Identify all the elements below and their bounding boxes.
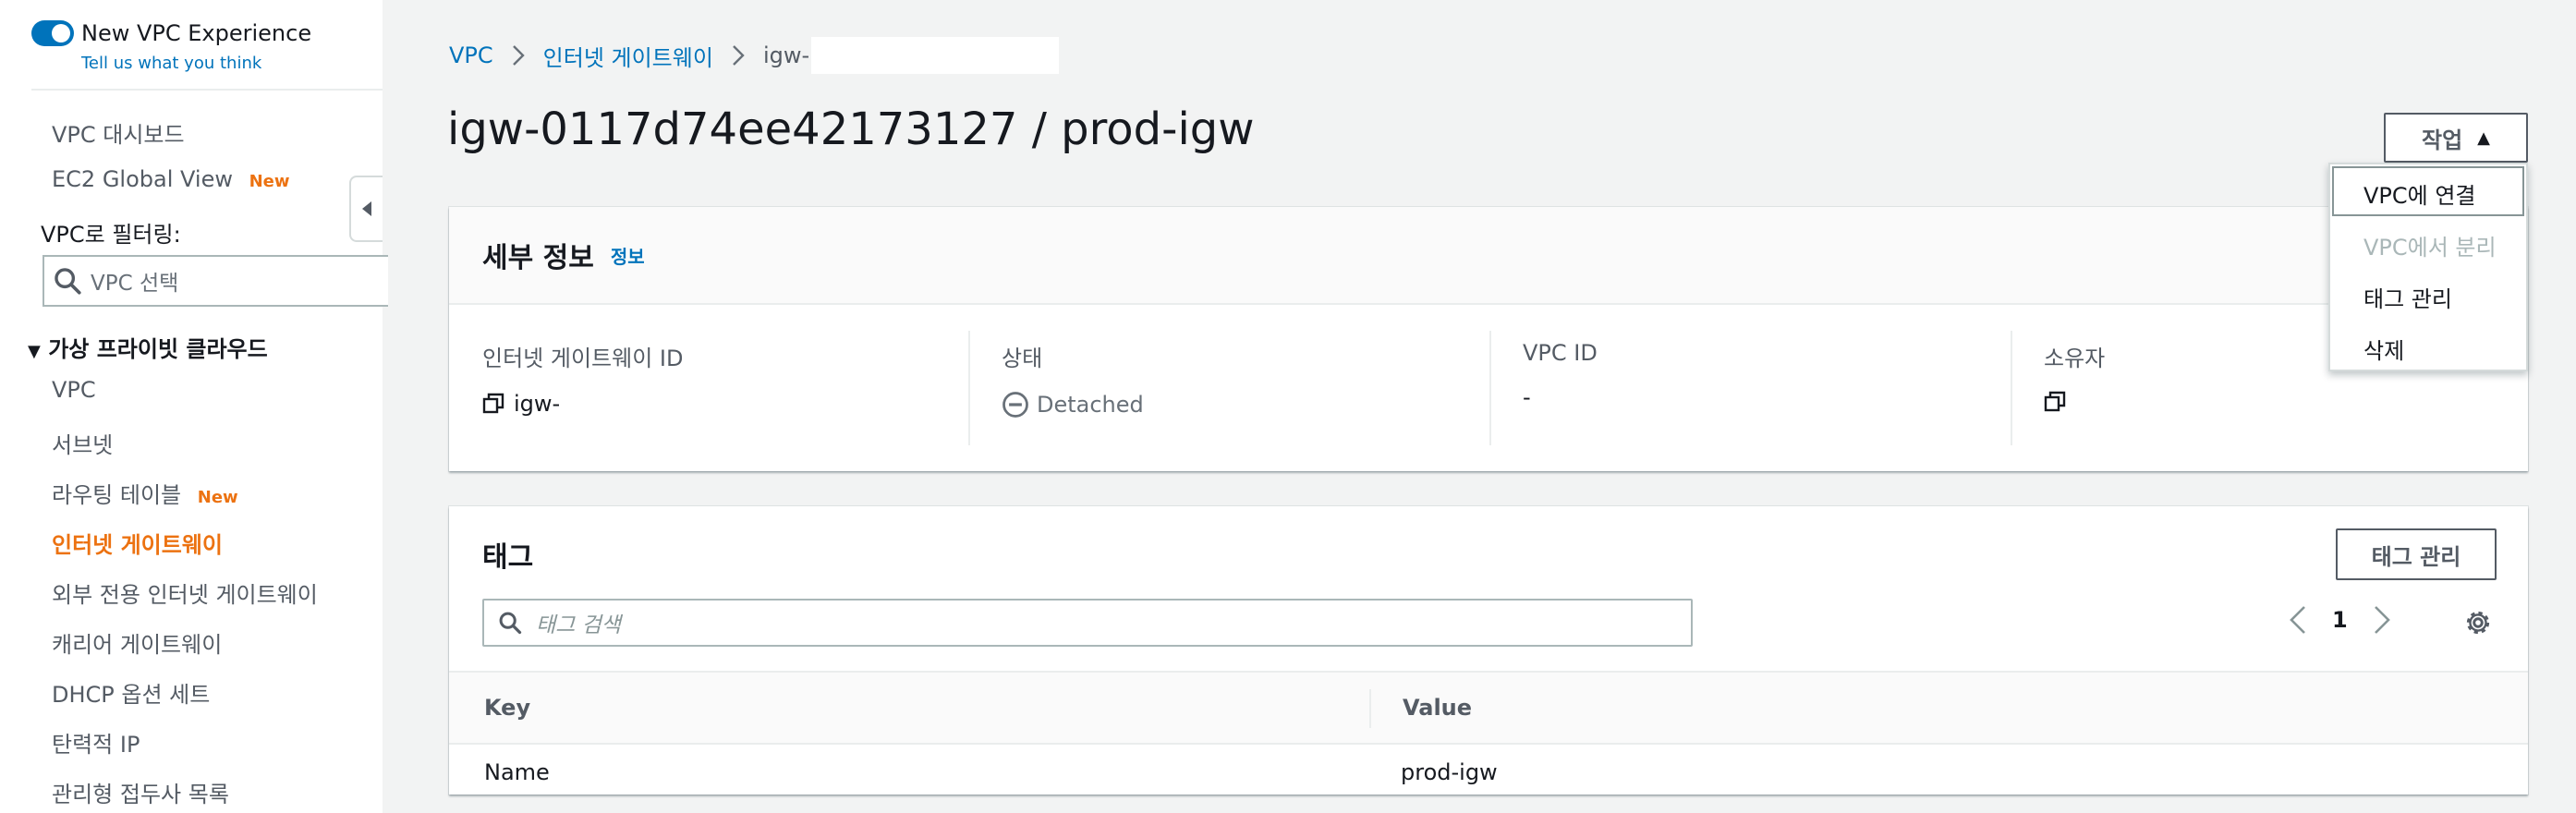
sidebar-item-label: 외부 전용 인터넷 게이트웨이 bbox=[52, 582, 318, 608]
sidebar-item-route-tables[interactable]: 라우팅 테이블 New bbox=[52, 477, 238, 509]
sidebar-item-egress-only-igw[interactable]: 외부 전용 인터넷 게이트웨이 bbox=[52, 576, 318, 609]
gear-icon[interactable] bbox=[2463, 608, 2493, 637]
sidebar-collapse-button[interactable] bbox=[349, 176, 383, 242]
tags-table-header: Key Value bbox=[449, 671, 2528, 745]
details-columns: 인터넷 게이트웨이 ID igw- 상태 Detached VPC ID - 소… bbox=[449, 331, 2528, 460]
detail-label: 인터넷 게이트웨이 ID bbox=[482, 346, 684, 371]
actions-button-label: 작업 bbox=[2421, 127, 2463, 153]
sidebar-item-carrier-gateways[interactable]: 캐리어 게이트웨이 bbox=[52, 626, 222, 659]
igw-id-value: igw- bbox=[514, 391, 561, 417]
vpc-filter-select[interactable]: VPC 선택 bbox=[43, 255, 388, 307]
menu-item-delete[interactable]: 삭제 bbox=[2363, 333, 2404, 365]
sidebar-item-internet-gateways[interactable]: 인터넷 게이트웨이 bbox=[52, 527, 223, 559]
details-title: 세부 정보 bbox=[482, 242, 594, 274]
detail-label: VPC ID bbox=[1523, 340, 1598, 366]
detail-value: - bbox=[1523, 384, 2011, 410]
sidebar-item-label: 라우팅 테이블 bbox=[52, 482, 182, 508]
copy-icon[interactable] bbox=[2044, 391, 2066, 413]
breadcrumb-vpc[interactable]: VPC bbox=[449, 42, 493, 68]
section-virtual-private-cloud[interactable]: ▼ 가상 프라이빗 클라우드 bbox=[28, 331, 268, 363]
vpc-filter-placeholder: VPC 선택 bbox=[91, 272, 179, 296]
menu-item-attach-to-vpc[interactable]: VPC에 연결 bbox=[2363, 177, 2476, 210]
search-icon bbox=[499, 612, 522, 635]
column-header-value[interactable]: Value bbox=[1403, 695, 1472, 721]
sidebar-item-vpc-dashboard[interactable]: VPC 대시보드 bbox=[52, 116, 185, 149]
new-badge: New bbox=[249, 172, 290, 191]
detail-state: 상태 Detached bbox=[968, 331, 1489, 445]
sidebar-item-vpc[interactable]: VPC bbox=[52, 377, 96, 403]
status-stopped-icon bbox=[1002, 392, 1028, 418]
info-link[interactable]: 정보 bbox=[611, 242, 645, 269]
sidebar: New VPC Experience Tell us what you thin… bbox=[0, 0, 388, 813]
feedback-link[interactable]: Tell us what you think bbox=[81, 54, 261, 73]
pagination: 1 bbox=[2288, 604, 2392, 636]
sidebar-item-label: 캐리어 게이트웨이 bbox=[52, 632, 223, 658]
section-title: 가상 프라이빗 클라우드 bbox=[48, 336, 268, 362]
vpc-id-value: - bbox=[1523, 384, 1531, 410]
sidebar-item-dhcp-option-sets[interactable]: DHCP 옵션 세트 bbox=[52, 676, 210, 709]
manage-tags-button[interactable]: 태그 관리 bbox=[2336, 528, 2497, 580]
sidebar-item-elastic-ips[interactable]: 탄력적 IP bbox=[52, 726, 140, 758]
table-row: Name prod-igw bbox=[449, 745, 2528, 800]
detail-value bbox=[2044, 391, 2491, 413]
chevron-right-icon bbox=[732, 44, 745, 67]
chevron-right-icon[interactable] bbox=[2372, 604, 2392, 636]
page-number[interactable]: 1 bbox=[2332, 607, 2348, 633]
tags-title: 태그 bbox=[482, 541, 534, 574]
detail-igw-id: 인터넷 게이트웨이 ID igw- bbox=[482, 331, 968, 445]
sidebar-item-ec2-global-view[interactable]: EC2 Global View New bbox=[52, 166, 290, 192]
toggle-label: New VPC Experience bbox=[81, 20, 312, 46]
page-title: igw-0117d74ee42173127 / prod-igw bbox=[447, 103, 1255, 155]
sidebar-divider bbox=[31, 89, 383, 91]
detail-value: Detached bbox=[1002, 391, 1489, 419]
menu-item-manage-tags[interactable]: 태그 관리 bbox=[2363, 281, 2452, 313]
tags-panel: 태그 태그 관리 태그 검색 1 Key Value Name prod-igw bbox=[449, 506, 2528, 795]
chevron-right-icon bbox=[512, 44, 525, 67]
detail-vpc-id: VPC ID - bbox=[1489, 331, 2011, 445]
sidebar-item-label: 서브넷 bbox=[52, 432, 114, 458]
sidebar-item-label: 탄력적 IP bbox=[52, 732, 140, 758]
sidebar-item-subnets[interactable]: 서브넷 bbox=[52, 427, 113, 459]
column-divider[interactable] bbox=[1369, 689, 1371, 728]
column-header-key[interactable]: Key bbox=[484, 695, 530, 721]
sidebar-item-label: EC2 Global View bbox=[52, 166, 233, 192]
detail-value: igw- bbox=[482, 391, 968, 417]
sidebar-item-label: 관리형 접두사 목록 bbox=[52, 782, 229, 807]
actions-button[interactable]: 작업 ▲ bbox=[2384, 113, 2528, 163]
copy-icon[interactable] bbox=[482, 393, 504, 415]
sidebar-item-label: DHCP 옵션 세트 bbox=[52, 682, 211, 708]
detail-label: 상태 bbox=[1002, 346, 1043, 371]
tag-search-placeholder: 태그 검색 bbox=[536, 613, 621, 637]
caret-left-icon bbox=[362, 201, 371, 216]
new-badge: New bbox=[197, 488, 238, 507]
search-icon bbox=[55, 268, 81, 295]
caret-up-icon: ▲ bbox=[2477, 127, 2490, 148]
sidebar-item-label: VPC bbox=[52, 377, 96, 403]
redacted-region bbox=[811, 37, 1060, 74]
breadcrumb-current: igw- bbox=[762, 42, 810, 68]
new-vpc-experience-toggle[interactable] bbox=[31, 20, 74, 46]
tag-value-cell: prod-igw bbox=[1401, 759, 1498, 785]
actions-dropdown-menu: VPC에 연결 VPC에서 분리 태그 관리 삭제 bbox=[2328, 163, 2528, 371]
details-panel: 세부 정보 정보 인터넷 게이트웨이 ID igw- 상태 Detached V… bbox=[449, 207, 2528, 471]
breadcrumb-internet-gateways[interactable]: 인터넷 게이트웨이 bbox=[543, 40, 713, 72]
tag-key-cell: Name bbox=[484, 759, 550, 785]
caret-down-icon: ▼ bbox=[28, 342, 41, 361]
sidebar-item-label: 인터넷 게이트웨이 bbox=[52, 532, 223, 558]
details-panel-header: 세부 정보 정보 bbox=[449, 207, 2528, 305]
tag-search-input[interactable]: 태그 검색 bbox=[482, 599, 1693, 647]
vpc-filter-label: VPC로 필터링: bbox=[41, 222, 181, 248]
state-value: Detached bbox=[1037, 392, 1144, 418]
breadcrumb: VPC 인터넷 게이트웨이 igw- bbox=[449, 37, 1060, 74]
chevron-left-icon[interactable] bbox=[2288, 604, 2308, 636]
new-vpc-experience-toggle-row: New VPC Experience bbox=[31, 20, 311, 46]
menu-item-detach-from-vpc: VPC에서 분리 bbox=[2363, 235, 2497, 261]
sidebar-item-managed-prefix-lists[interactable]: 관리형 접두사 목록 bbox=[52, 776, 229, 808]
sidebar-item-label: VPC 대시보드 bbox=[52, 122, 185, 148]
